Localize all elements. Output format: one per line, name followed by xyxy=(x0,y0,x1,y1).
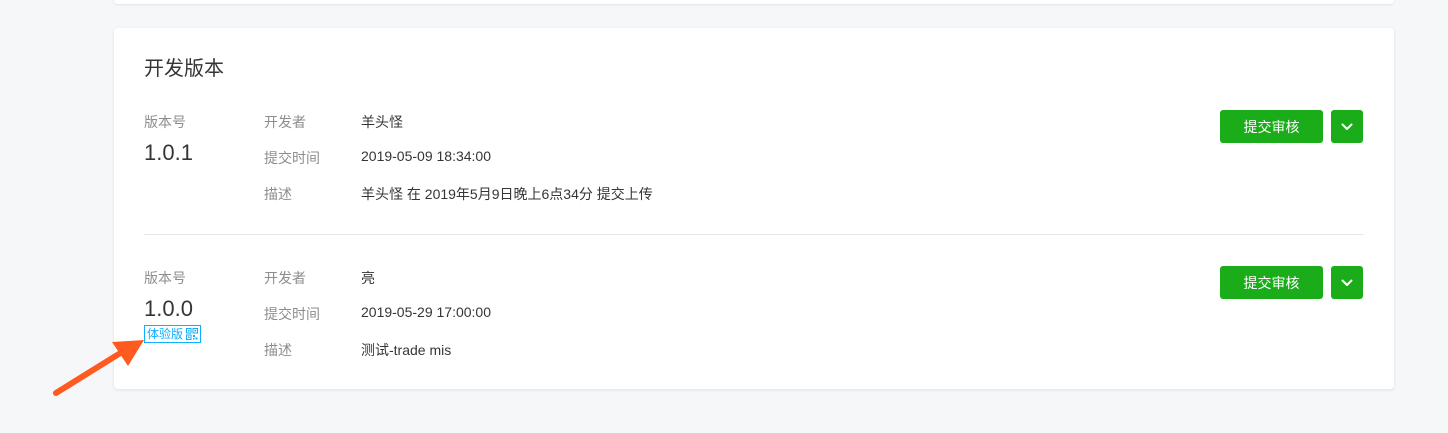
developer-label: 开发者 xyxy=(264,270,306,286)
submit-time-value: 2019-05-29 17:00:00 xyxy=(361,304,491,320)
version-number: 1.0.0 xyxy=(144,296,193,321)
developer-value: 亮 xyxy=(361,270,375,286)
description-value: 羊头怪 在 2019年5月9日晚上6点34分 提交上传 xyxy=(361,186,653,202)
chevron-down-icon xyxy=(1341,279,1353,286)
version-row: 版本号 1.0.0 体验版 开发者 亮 提交时间 2019-05-29 17:0… xyxy=(144,266,1364,376)
version-label: 版本号 xyxy=(144,270,186,286)
submit-review-button[interactable]: 提交审核 xyxy=(1220,110,1323,143)
version-label: 版本号 xyxy=(144,114,186,130)
qrcode-icon xyxy=(186,328,199,340)
dev-version-card: 开发版本 版本号 1.0.1 开发者 羊头怪 提交时间 2019-05-09 1… xyxy=(114,28,1394,389)
arrow-annotation-icon xyxy=(53,340,144,396)
trial-version-badge-label: 体验版 xyxy=(147,327,184,341)
submit-time-label: 提交时间 xyxy=(264,306,320,322)
developer-label: 开发者 xyxy=(264,114,306,130)
developer-value: 羊头怪 xyxy=(361,114,403,130)
submit-time-label: 提交时间 xyxy=(264,150,320,166)
submit-review-button[interactable]: 提交审核 xyxy=(1220,266,1323,299)
submit-time-value: 2019-05-09 18:34:00 xyxy=(361,148,491,164)
version-row: 版本号 1.0.1 开发者 羊头怪 提交时间 2019-05-09 18:34:… xyxy=(144,110,1364,235)
description-label: 描述 xyxy=(264,186,292,202)
more-actions-dropdown-button[interactable] xyxy=(1331,110,1363,143)
version-number: 1.0.1 xyxy=(144,140,193,165)
chevron-down-icon xyxy=(1341,123,1353,130)
trial-version-badge[interactable]: 体验版 xyxy=(144,325,202,343)
description-value: 测试-trade mis xyxy=(361,342,452,358)
previous-section-card xyxy=(114,0,1394,4)
description-label: 描述 xyxy=(264,342,292,358)
more-actions-dropdown-button[interactable] xyxy=(1331,266,1363,299)
section-title: 开发版本 xyxy=(144,58,224,80)
